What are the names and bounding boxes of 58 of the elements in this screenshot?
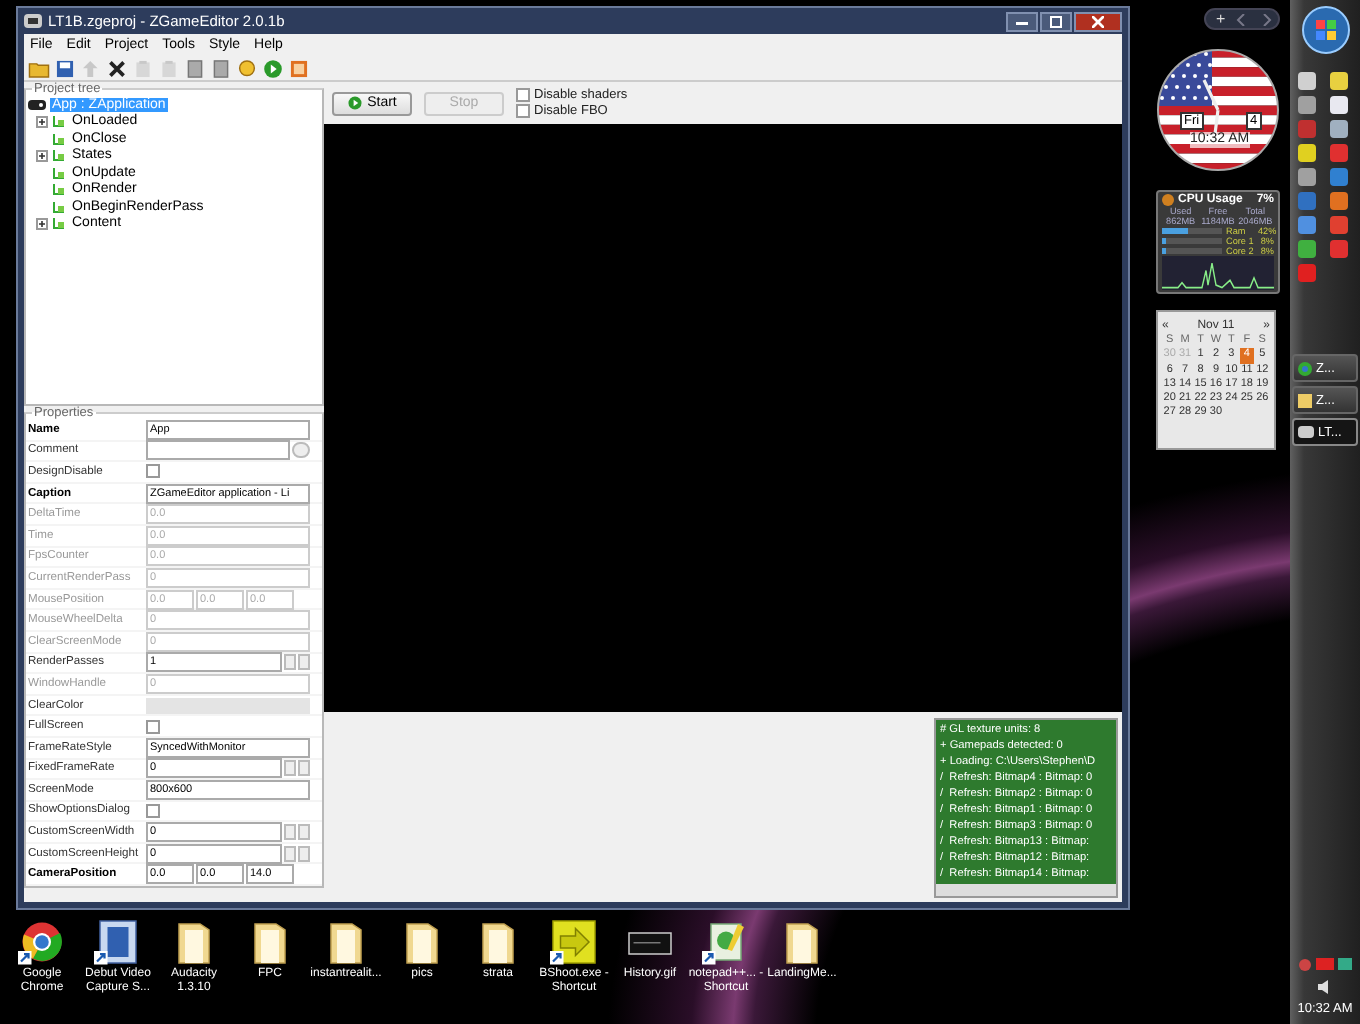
quick-launch-icon[interactable] xyxy=(1298,96,1316,114)
chevron-icon[interactable] xyxy=(1231,13,1276,25)
notepad-icon[interactable] xyxy=(702,918,750,966)
play-icon xyxy=(262,57,284,79)
close-icon xyxy=(1092,15,1104,27)
expand-icon[interactable] xyxy=(36,149,48,162)
app-icon xyxy=(24,14,42,28)
film-icon[interactable] xyxy=(94,918,142,966)
clipboard-icon xyxy=(132,57,154,79)
quick-launch-icon[interactable] xyxy=(1298,240,1316,258)
quick-launch-icon[interactable] xyxy=(1298,216,1316,234)
app-icon xyxy=(1298,426,1314,438)
quick-launch-icon[interactable] xyxy=(1298,72,1316,90)
quick-launch-icon[interactable] xyxy=(1298,168,1316,186)
maximize-icon xyxy=(1050,15,1062,27)
property-checkbox[interactable] xyxy=(146,719,160,734)
quick-launch-icon[interactable] xyxy=(1298,144,1316,162)
shield-icon[interactable] xyxy=(1298,958,1312,972)
browser-icon[interactable] xyxy=(18,918,66,966)
gauge-icon xyxy=(1162,194,1174,206)
ellipsis-button[interactable] xyxy=(292,442,310,459)
cpu-graph-drawing xyxy=(1162,256,1274,290)
quick-launch-icon[interactable] xyxy=(1330,216,1348,234)
page-icon xyxy=(184,57,206,79)
expand-icon[interactable] xyxy=(36,217,48,230)
property-field[interactable] xyxy=(146,440,290,461)
expand-icon[interactable] xyxy=(36,115,48,128)
maximize-button[interactable] xyxy=(1040,11,1072,31)
start-orb-icon[interactable] xyxy=(1301,6,1349,54)
checkbox[interactable] xyxy=(516,88,530,103)
toolbar-button[interactable] xyxy=(106,57,128,79)
speaker-icon[interactable] xyxy=(1318,980,1332,994)
quick-launch-icon[interactable] xyxy=(1330,72,1348,90)
picture-icon xyxy=(288,57,310,79)
add-gadget-button[interactable]: + xyxy=(1216,11,1226,27)
quick-launch-icon[interactable] xyxy=(1330,192,1348,210)
quick-launch-icon[interactable] xyxy=(1330,96,1348,114)
minimize-button[interactable] xyxy=(1006,11,1038,31)
quick-launch-icon[interactable] xyxy=(1330,120,1348,138)
clipboard-icon xyxy=(158,57,180,79)
play-icon xyxy=(347,96,362,111)
property-checkbox[interactable] xyxy=(146,803,160,818)
horizontal-scrollbar[interactable] xyxy=(936,884,1116,896)
quick-launch-icon[interactable] xyxy=(1330,168,1348,186)
color-swatch[interactable] xyxy=(146,697,310,714)
page-icon xyxy=(210,57,232,79)
property-checkbox[interactable] xyxy=(146,464,160,479)
checkbox[interactable] xyxy=(516,104,530,119)
folder-icon xyxy=(1298,393,1312,407)
bulb-icon xyxy=(236,57,258,79)
arrow-icon xyxy=(80,57,102,79)
minimize-icon xyxy=(1016,17,1028,25)
quick-launch-icon[interactable] xyxy=(1330,144,1348,162)
browser-icon xyxy=(1298,361,1312,375)
close-button[interactable] xyxy=(1074,11,1122,31)
toolbar-button[interactable] xyxy=(54,57,76,79)
quick-launch-icon[interactable] xyxy=(1330,240,1348,258)
cross-icon xyxy=(106,57,128,79)
